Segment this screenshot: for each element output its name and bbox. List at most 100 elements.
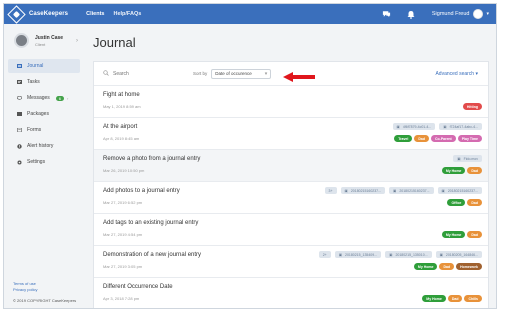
user-avatar[interactable] xyxy=(473,9,484,19)
tag-badge[interactable]: Dad xyxy=(447,295,463,302)
sidebar-item-tasks[interactable]: Tasks xyxy=(8,75,80,89)
tag-badge[interactable]: Play Time xyxy=(457,135,482,142)
attachment-name: 20180215160237... xyxy=(399,188,430,193)
tag-badge[interactable]: My Home xyxy=(441,231,466,238)
attachment-chip[interactable]: ▣ f724af17-4abc-4... xyxy=(439,123,482,130)
tag-badge[interactable]: My Home xyxy=(441,167,466,174)
tasks-icon xyxy=(17,80,22,84)
attachment-chip[interactable]: ▣ 20180215160237... xyxy=(340,187,386,194)
attachment-chip[interactable]: ▣ 20180215160237... xyxy=(437,187,482,194)
entry-title[interactable]: Add photos to a journal entry xyxy=(103,188,180,194)
entry-title[interactable]: Demonstration of a new journal entry xyxy=(103,252,201,258)
attachment-name: 20180215160237... xyxy=(350,188,382,193)
profile-role: Client xyxy=(35,41,46,47)
client-profile[interactable]: Justin Case Client › xyxy=(4,24,84,57)
chevron-right-icon[interactable]: › xyxy=(76,38,78,44)
advanced-search-link[interactable]: Advanced search ▾ xyxy=(435,71,478,77)
attachment-chip[interactable]: ▣ 20180215_135010... xyxy=(385,251,432,258)
red-arrow-annotation xyxy=(283,69,316,82)
entry-title[interactable]: Fight at home xyxy=(103,92,140,98)
tag-badge[interactable]: Office xyxy=(447,199,466,206)
privacy-link[interactable]: Privacy policy xyxy=(13,287,76,293)
nav-help-faqs[interactable]: Help/FAQs xyxy=(113,11,141,17)
entry-title[interactable]: Add tags to an existing journal entry xyxy=(103,220,198,226)
journal-toolbar: Sort by Date of occurence ▾ Advanced sea… xyxy=(94,62,488,86)
messages-icon xyxy=(16,95,23,100)
sidebar-item-label: Forms xyxy=(27,127,42,133)
tag-badge[interactable]: Dad xyxy=(467,231,482,238)
journal-entry[interactable]: Add photos to a journal entry Mar 27, 201… xyxy=(94,182,488,214)
attachment-chip[interactable]: ▣ 20180215160237... xyxy=(389,187,434,194)
user-name[interactable]: Sigmund Freud xyxy=(432,11,470,17)
top-bar: CaseKeepers Clients Help/FAQs Sigmund Fr… xyxy=(4,4,496,24)
journal-entry[interactable]: Fight at home May 1, 2019 8:59 am Hitting xyxy=(94,86,488,118)
entry-title[interactable]: Different Occurrence Date xyxy=(103,284,173,290)
journal-entry[interactable]: At the airport Apr 8, 2019 8:45 am ▣ 4f6f78… xyxy=(94,118,488,150)
entry-date: May 1, 2019 8:59 am xyxy=(103,104,141,109)
tag-badge[interactable]: Dad xyxy=(414,135,429,142)
tag-badge[interactable]: Co-Parent xyxy=(430,135,456,142)
sidebar-item-forms[interactable]: Forms xyxy=(8,123,80,137)
search-input[interactable] xyxy=(113,70,173,77)
sidebar-footer: Terms of use Privacy policy © 2019 COPYR… xyxy=(13,281,76,303)
chat-icon[interactable] xyxy=(382,10,391,18)
attachment-name: f724af17-4abc-4... xyxy=(449,124,478,129)
top-bar-actions: Sigmund Freud ▾ xyxy=(382,9,489,19)
tag-badge[interactable]: Homework xyxy=(456,263,482,270)
journal-entry[interactable]: Add tags to an existing journal entry Mar… xyxy=(94,214,488,246)
entry-date: Apr 3, 2018 7:28 pm xyxy=(103,296,140,301)
chevron-right-icon: › xyxy=(67,95,69,101)
journal-icon xyxy=(17,64,22,68)
attachment-name: Fido.mov xyxy=(463,156,478,161)
sidebar-item-label: Messages xyxy=(27,95,50,101)
chevron-down-icon[interactable]: ▾ xyxy=(486,11,489,17)
alert-icon xyxy=(17,144,22,149)
copyright: © 2019 COPYRIGHT CaseKeepers xyxy=(13,298,77,303)
tag-badge[interactable]: My Home xyxy=(422,295,446,302)
sidebar-item-messages[interactable]: Messages 6 › xyxy=(8,91,80,105)
sidebar-item-packages[interactable]: Packages xyxy=(8,107,80,121)
tag-badge[interactable]: Hitting xyxy=(462,103,482,110)
sidebar-item-alert-history[interactable]: Alert history xyxy=(8,139,80,153)
attachment-chip[interactable]: ▣ Fido.mov xyxy=(453,155,482,162)
attachment-count[interactable]: 3+ xyxy=(324,187,337,194)
sidebar-item-journal[interactable]: Journal xyxy=(8,59,80,73)
entry-date: Mar 26, 2019 10:50 pm xyxy=(103,168,145,173)
journal-entry[interactable]: Demonstration of a new journal entry Mar … xyxy=(94,246,488,278)
profile-info: Justin Case Client xyxy=(35,35,63,47)
image-icon: ▣ xyxy=(393,188,397,193)
tag-badge[interactable]: Dad xyxy=(439,263,455,270)
attachment-chip[interactable]: ▣ 4f6f7879-4c01-4... xyxy=(392,123,436,130)
packages-icon xyxy=(17,112,22,116)
tag-badge[interactable]: Chills xyxy=(464,295,482,302)
attachment-name: 20180215160237... xyxy=(447,188,478,193)
nav-clients[interactable]: Clients xyxy=(86,11,104,17)
sidebar-item-label: Packages xyxy=(27,111,49,117)
tag-badge[interactable]: My Home xyxy=(413,263,438,270)
brand-logo[interactable]: CaseKeepers xyxy=(7,4,68,24)
tag-badge[interactable]: Dad xyxy=(467,199,482,206)
entry-title[interactable]: Remove a photo from a journal entry xyxy=(103,156,200,162)
image-icon: ▣ xyxy=(396,124,400,129)
entry-title[interactable]: At the airport xyxy=(103,124,137,130)
entry-date: Mar 27, 2019 3:05 pm xyxy=(103,264,143,269)
tag-badge[interactable]: Travel xyxy=(394,135,413,142)
sidebar-item-label: Settings xyxy=(27,159,46,165)
attachment-name: 4f6f7879-4c01-4... xyxy=(402,124,432,129)
tag-list: Office Dad xyxy=(445,199,482,206)
attachment-count[interactable]: 2+ xyxy=(318,251,331,258)
sort-select[interactable]: Date of occurence ▾ xyxy=(211,68,272,79)
entry-date: Mar 27, 2019 4:54 pm xyxy=(103,232,143,237)
tag-badge[interactable]: Dad xyxy=(467,167,482,174)
journal-entry[interactable]: Different Occurrence Date Apr 3, 2018 7:2… xyxy=(94,278,488,308)
journal-entry-list: Fight at home May 1, 2019 8:59 am Hitting A… xyxy=(94,86,488,308)
journal-entry[interactable]: Remove a photo from a journal entry Mar 2… xyxy=(94,150,488,182)
attachment-list: ▣ Fido.mov xyxy=(449,155,482,162)
attachment-chip[interactable]: ▣ 20180215_135409... xyxy=(334,251,382,258)
attachment-chip[interactable]: ▣ 20180205_164846... xyxy=(435,251,482,258)
sidebar-item-label: Journal xyxy=(27,63,44,69)
gear-icon xyxy=(17,160,22,165)
sidebar-item-settings[interactable]: Settings xyxy=(8,155,80,169)
bell-icon[interactable] xyxy=(407,10,416,19)
attachment-list: ▣ 4f6f7879-4c01-4... ▣ f724af17-4abc-4... xyxy=(389,123,482,130)
